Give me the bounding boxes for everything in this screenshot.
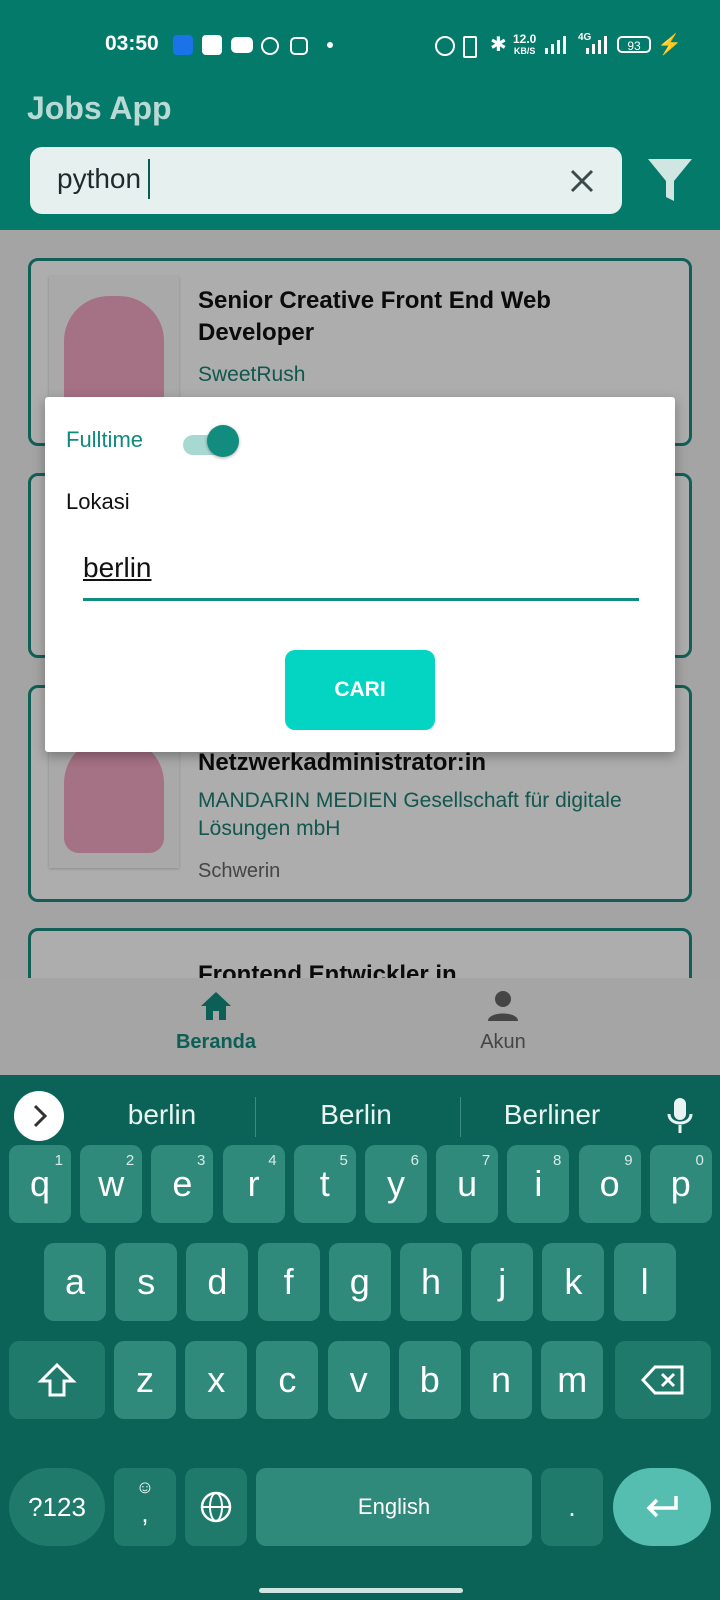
key-e[interactable]: e3 — [151, 1145, 214, 1223]
key-l[interactable]: l — [613, 1243, 676, 1321]
key-hint: 8 — [553, 1152, 562, 1169]
bluetooth-icon: ✱ — [490, 34, 507, 56]
suggestion-divider — [460, 1097, 461, 1137]
chevron-right-icon — [33, 1104, 48, 1128]
fulltime-label: Fulltime — [66, 427, 144, 452]
switch-knob — [207, 425, 239, 457]
filter-dialog: Fulltime Lokasi berlin CARI — [45, 397, 675, 752]
key-g[interactable]: g — [328, 1243, 391, 1321]
key-c[interactable]: c — [256, 1341, 319, 1419]
key-label: y — [387, 1163, 405, 1204]
status-time: 03:50 — [105, 32, 159, 55]
backspace-icon — [640, 1365, 684, 1395]
key-hint: 9 — [624, 1152, 633, 1169]
suggestion-bar: berlin Berlin Berliner — [0, 1075, 720, 1141]
microphone-icon[interactable] — [665, 1096, 695, 1136]
key-x[interactable]: x — [185, 1341, 248, 1419]
key-y[interactable]: y6 — [365, 1145, 427, 1223]
suggestion-3[interactable]: Berliner — [462, 1099, 642, 1131]
net-speed: 12.0 KB/S — [513, 32, 537, 56]
battery-indicator: 93 — [617, 36, 651, 53]
key-label: r — [247, 1163, 260, 1204]
key-hint: 3 — [197, 1152, 206, 1169]
key-hint: 1 — [54, 1152, 63, 1169]
key-i[interactable]: i8 — [507, 1145, 570, 1223]
key-hint: 4 — [268, 1152, 277, 1169]
key-label: u — [457, 1163, 478, 1204]
alarm-icon — [435, 36, 455, 56]
enter-key[interactable] — [613, 1468, 711, 1546]
space-key[interactable]: English — [256, 1468, 532, 1546]
shift-icon — [37, 1362, 77, 1397]
key-a[interactable]: a — [44, 1243, 106, 1321]
key-hint: 5 — [339, 1152, 348, 1169]
key-o[interactable]: o9 — [578, 1145, 641, 1223]
globe-icon — [200, 1491, 232, 1523]
symbols-key[interactable]: ?123 — [9, 1468, 105, 1546]
fulltime-switch[interactable] — [183, 425, 241, 463]
key-j[interactable]: j — [471, 1243, 534, 1321]
key-hint: 7 — [481, 1152, 491, 1169]
key-hint: 6 — [410, 1152, 419, 1169]
key-hint: 2 — [125, 1152, 135, 1169]
key-s[interactable]: s — [115, 1243, 178, 1321]
suggestion-1[interactable]: berlin — [72, 1099, 252, 1131]
key-w[interactable]: w2 — [80, 1145, 143, 1223]
key-label: o — [599, 1163, 620, 1204]
charging-icon: ⚡ — [657, 34, 682, 56]
google-icon — [261, 37, 279, 55]
key-m[interactable]: m — [541, 1341, 604, 1419]
expand-toolbar-button[interactable] — [14, 1091, 64, 1141]
key-label: q — [29, 1163, 51, 1204]
topbar-scrim — [0, 90, 720, 230]
messages-app-icon — [173, 35, 193, 55]
location-input[interactable]: berlin — [83, 542, 639, 601]
key-u[interactable]: u7 — [436, 1145, 499, 1223]
key-b[interactable]: b — [398, 1341, 461, 1419]
location-label: Lokasi — [66, 489, 130, 514]
enter-icon — [646, 1496, 678, 1518]
key-z[interactable]: z — [114, 1341, 176, 1419]
key-label: i — [534, 1163, 543, 1204]
backspace-key[interactable] — [615, 1341, 711, 1419]
signal-icon-2 — [586, 36, 607, 54]
key-v[interactable]: v — [327, 1341, 390, 1419]
instagram-icon — [290, 37, 308, 55]
key-label: p — [670, 1163, 691, 1204]
status-bar: 03:50 ✱ 12.0 KB/S 4G 93 ⚡ — [0, 0, 720, 90]
period-key[interactable]: . — [541, 1468, 603, 1546]
comma-label: , — [141, 1498, 149, 1528]
suggestion-divider — [255, 1097, 256, 1137]
key-k[interactable]: k — [542, 1243, 605, 1321]
language-key[interactable] — [185, 1468, 247, 1546]
shift-key[interactable] — [9, 1341, 105, 1419]
key-h[interactable]: h — [400, 1243, 462, 1321]
more-notifications-icon — [327, 42, 333, 48]
key-p[interactable]: p0 — [649, 1145, 712, 1223]
vibrate-icon — [463, 36, 477, 58]
youtube-icon — [231, 37, 253, 53]
key-label: t — [319, 1163, 330, 1204]
suggestion-2[interactable]: Berlin — [266, 1099, 446, 1131]
spotify-icon — [202, 35, 222, 55]
key-label: e — [172, 1163, 193, 1204]
key-t[interactable]: t5 — [293, 1145, 356, 1223]
key-f[interactable]: f — [257, 1243, 320, 1321]
search-submit-button[interactable]: CARI — [285, 650, 435, 730]
key-d[interactable]: d — [186, 1243, 249, 1321]
key-r[interactable]: r4 — [222, 1145, 285, 1223]
key-n[interactable]: n — [470, 1341, 532, 1419]
signal-icon — [545, 36, 566, 54]
home-gesture-bar[interactable] — [259, 1588, 463, 1593]
comma-key[interactable]: ☺ , — [114, 1468, 176, 1546]
soft-keyboard: berlin Berlin Berliner ?123 ☺ , English … — [0, 1075, 720, 1600]
key-label: w — [98, 1163, 125, 1204]
key-q[interactable]: q1 — [9, 1145, 71, 1223]
location-input-text: berlin — [83, 552, 152, 583]
key-hint: 0 — [695, 1152, 704, 1169]
